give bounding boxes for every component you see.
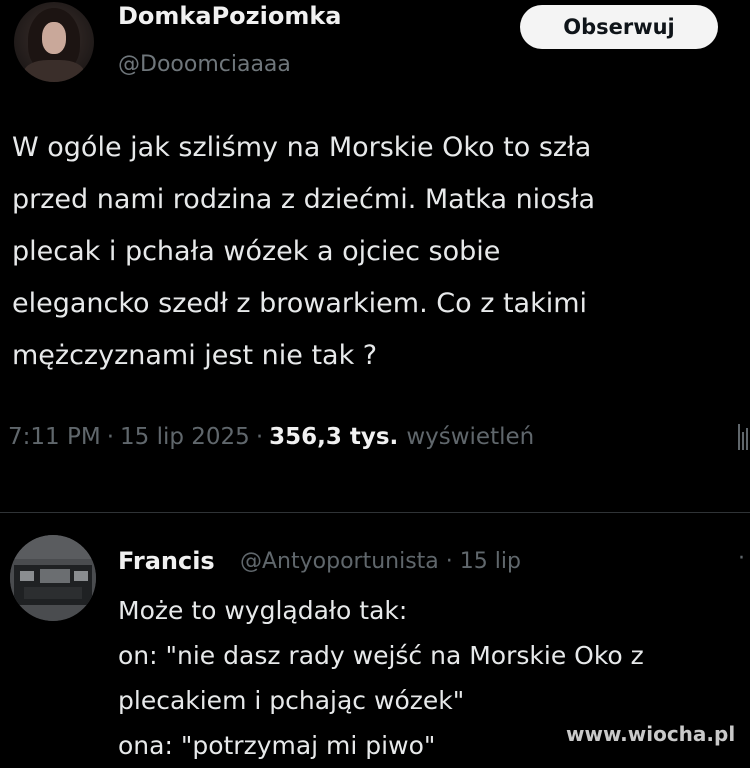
views-label: wyświetleń	[406, 424, 535, 450]
stats-icon[interactable]	[736, 420, 748, 454]
tweet-time[interactable]: 7:11 PM	[8, 424, 101, 450]
reply-author-avatar[interactable]	[10, 535, 96, 621]
author-display-name[interactable]: DomkaPoziomka	[118, 2, 342, 30]
reply-text-line: plecakiem i pchając wózek"	[118, 686, 465, 715]
tweet-meta: 7:11 PM · 15 lip 2025 · 356,3 tys. wyświ…	[8, 424, 534, 450]
divider	[0, 512, 750, 513]
reply-author-name[interactable]: Francis	[118, 547, 215, 575]
author-avatar[interactable]	[14, 2, 94, 82]
more-dots-icon[interactable]: ·	[738, 546, 745, 571]
reply-author-handle[interactable]: @Antyoportunista · 15 lip	[240, 549, 521, 574]
tweet-text-line: W ogóle jak szliśmy na Morskie Oko to sz…	[12, 132, 592, 163]
avatar-shoulders-shape	[24, 60, 84, 82]
tweet-date[interactable]: 15 lip 2025	[120, 424, 250, 450]
tweet-text-line: plecak i pchała wózek a ojciec sobie	[12, 236, 501, 267]
tweet-text-line: elegancko szedł z browarkiem. Co z takim…	[12, 288, 588, 319]
meta-separator: ·	[255, 424, 264, 450]
meta-separator: ·	[106, 424, 114, 450]
views-count: 356,3 tys.	[269, 424, 399, 450]
avatar-face-shape	[42, 22, 66, 54]
tweet-text: W ogóle jak szliśmy na Morskie Oko to sz…	[12, 122, 742, 382]
watermark: www.wiocha.pl	[566, 722, 736, 746]
tweet-text-line: mężczyznami jest nie tak ?	[12, 340, 378, 371]
reply-text-line: on: "nie dasz rady wejść na Morskie Oko …	[118, 641, 644, 670]
tweet-text-line: przed nami rodzina z dziećmi. Matka nios…	[12, 184, 595, 215]
author-handle[interactable]: @Dooomciaaaa	[118, 52, 291, 77]
reply-text-line: Może to wyglądało tak:	[118, 596, 408, 625]
follow-button[interactable]: Obserwuj	[520, 5, 718, 49]
